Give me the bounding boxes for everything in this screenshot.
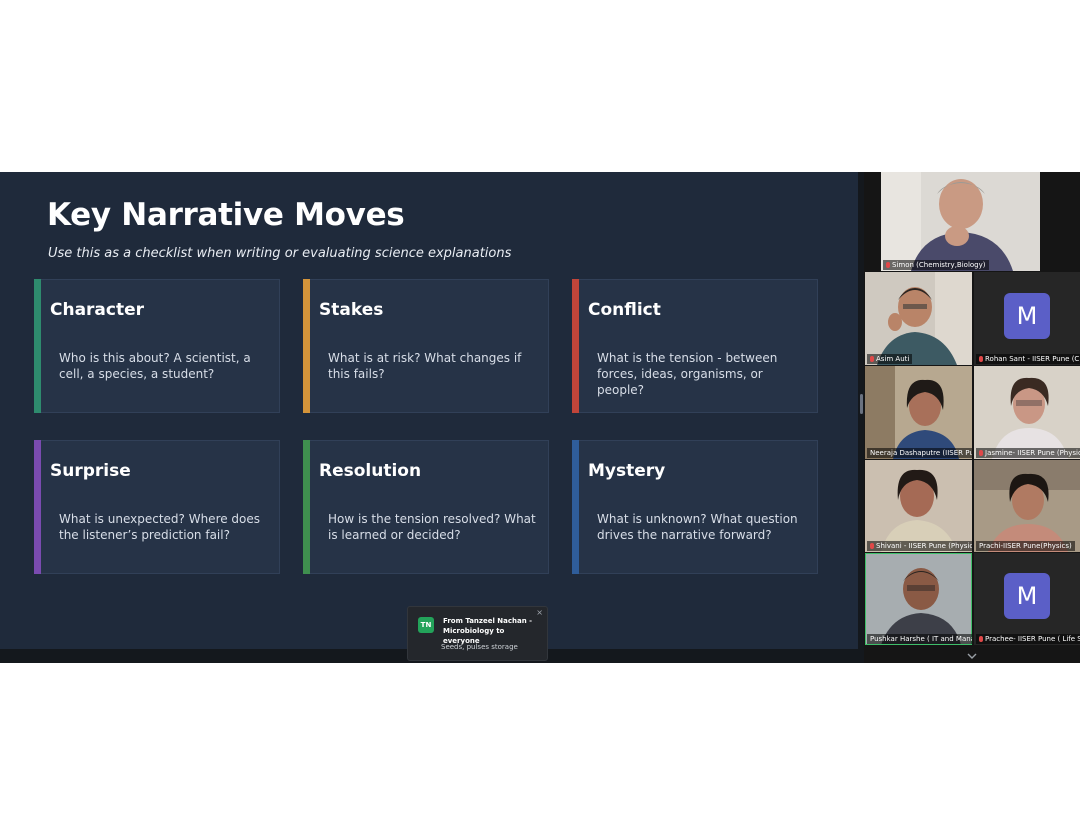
card-stakes: Stakes What is at risk? What changes if … bbox=[303, 279, 549, 413]
mic-muted-icon bbox=[979, 356, 983, 362]
participant-video bbox=[865, 553, 972, 645]
mic-muted-icon bbox=[979, 450, 983, 456]
participant-name: Pushkar Harshe ( IT and Mana... bbox=[867, 634, 972, 644]
card-accent-bar bbox=[303, 279, 310, 413]
participant-video bbox=[865, 460, 972, 552]
participant-name: Prachi-IISER Pune(Physics) bbox=[976, 541, 1075, 551]
card-surprise: Surprise What is unexpected? Where does … bbox=[34, 440, 280, 574]
chat-message: Seeds, pulses storage bbox=[441, 643, 518, 651]
sender-avatar: TN bbox=[418, 617, 434, 633]
participant-name: Asim Auti bbox=[867, 354, 913, 364]
participant-tile[interactable]: M Rohan Sant - IISER Pune (C... bbox=[974, 272, 1080, 365]
card-title: Stakes bbox=[319, 300, 384, 320]
card-character: Character Who is this about? A scientist… bbox=[34, 279, 280, 413]
card-conflict: Conflict What is the tension - between f… bbox=[572, 279, 818, 413]
participant-tile[interactable]: Jasmine- IISER Pune (Physics) bbox=[974, 366, 1080, 459]
participant-name: Shivani - IISER Pune (Physics) bbox=[867, 541, 972, 551]
card-accent-bar bbox=[572, 279, 579, 413]
card-title: Conflict bbox=[588, 300, 661, 320]
card-description: What is unknown? What question drives th… bbox=[597, 512, 798, 542]
slide-subtitle: Use this as a checklist when writing or … bbox=[48, 246, 512, 261]
card-title: Mystery bbox=[588, 461, 666, 481]
card-description: What is unexpected? Where does the liste… bbox=[59, 512, 261, 542]
participant-name: Neeraja Dashaputre (IISER Pu... bbox=[867, 448, 972, 458]
participant-video bbox=[974, 366, 1080, 459]
participant-tile[interactable]: Neeraja Dashaputre (IISER Pu... bbox=[865, 366, 972, 459]
card-description: What is the tension - between forces, id… bbox=[597, 351, 778, 397]
participant-video bbox=[865, 366, 972, 459]
participant-tile[interactable]: Asim Auti bbox=[865, 272, 972, 365]
shared-slide: Key Narrative Moves Use this as a checkl… bbox=[0, 172, 858, 649]
participant-name: Prachee- IISER Pune ( Life S... bbox=[976, 634, 1080, 644]
participant-tile-active[interactable]: Pushkar Harshe ( IT and Mana... bbox=[865, 553, 972, 645]
participant-tile[interactable]: Simon (Chemistry,Biology) bbox=[881, 172, 1040, 271]
participant-avatar: M bbox=[1004, 292, 1050, 339]
card-accent-bar bbox=[34, 279, 41, 413]
slide-title: Key Narrative Moves bbox=[47, 197, 405, 233]
participant-name: Jasmine- IISER Pune (Physics) bbox=[976, 448, 1080, 458]
chat-notification[interactable]: TN From Tanzeel Nachan - Microbiology to… bbox=[407, 606, 548, 661]
participant-tile[interactable]: Prachi-IISER Pune(Physics) bbox=[974, 460, 1080, 552]
card-title: Surprise bbox=[50, 461, 131, 481]
card-description: What is at risk? What changes if this fa… bbox=[328, 351, 522, 381]
chat-sender: From Tanzeel Nachan - Microbiology to ev… bbox=[443, 617, 533, 645]
mic-muted-icon bbox=[886, 262, 890, 268]
participant-video bbox=[881, 172, 1040, 271]
card-accent-bar bbox=[303, 440, 310, 574]
participant-video bbox=[865, 272, 972, 365]
gallery-scroll-down-button[interactable] bbox=[964, 648, 980, 660]
card-accent-bar bbox=[572, 440, 579, 574]
participant-tile[interactable]: M Prachee- IISER Pune ( Life S... bbox=[974, 553, 1080, 645]
card-description: How is the tension resolved? What is lea… bbox=[328, 512, 536, 542]
card-title: Character bbox=[50, 300, 145, 320]
split-resize-handle[interactable] bbox=[860, 394, 863, 414]
close-icon[interactable]: × bbox=[536, 608, 543, 617]
mic-muted-icon bbox=[870, 543, 874, 549]
mic-muted-icon bbox=[979, 636, 983, 642]
participant-video bbox=[974, 460, 1080, 552]
card-title: Resolution bbox=[319, 461, 422, 481]
participant-name: Rohan Sant - IISER Pune (C... bbox=[976, 354, 1080, 364]
participant-name: Simon (Chemistry,Biology) bbox=[883, 260, 989, 270]
participant-gallery: Simon (Chemistry,Biology) Asim Auti M Ro… bbox=[864, 172, 1080, 663]
card-accent-bar bbox=[34, 440, 41, 574]
card-mystery: Mystery What is unknown? What question d… bbox=[572, 440, 818, 574]
chevron-down-icon bbox=[967, 653, 977, 659]
participant-avatar: M bbox=[1004, 573, 1050, 619]
card-resolution: Resolution How is the tension resolved? … bbox=[303, 440, 549, 574]
card-description: Who is this about? A scientist, a cell, … bbox=[59, 351, 251, 381]
meeting-window: Key Narrative Moves Use this as a checkl… bbox=[0, 172, 1080, 663]
mic-muted-icon bbox=[870, 356, 874, 362]
participant-tile[interactable]: Shivani - IISER Pune (Physics) bbox=[865, 460, 972, 552]
